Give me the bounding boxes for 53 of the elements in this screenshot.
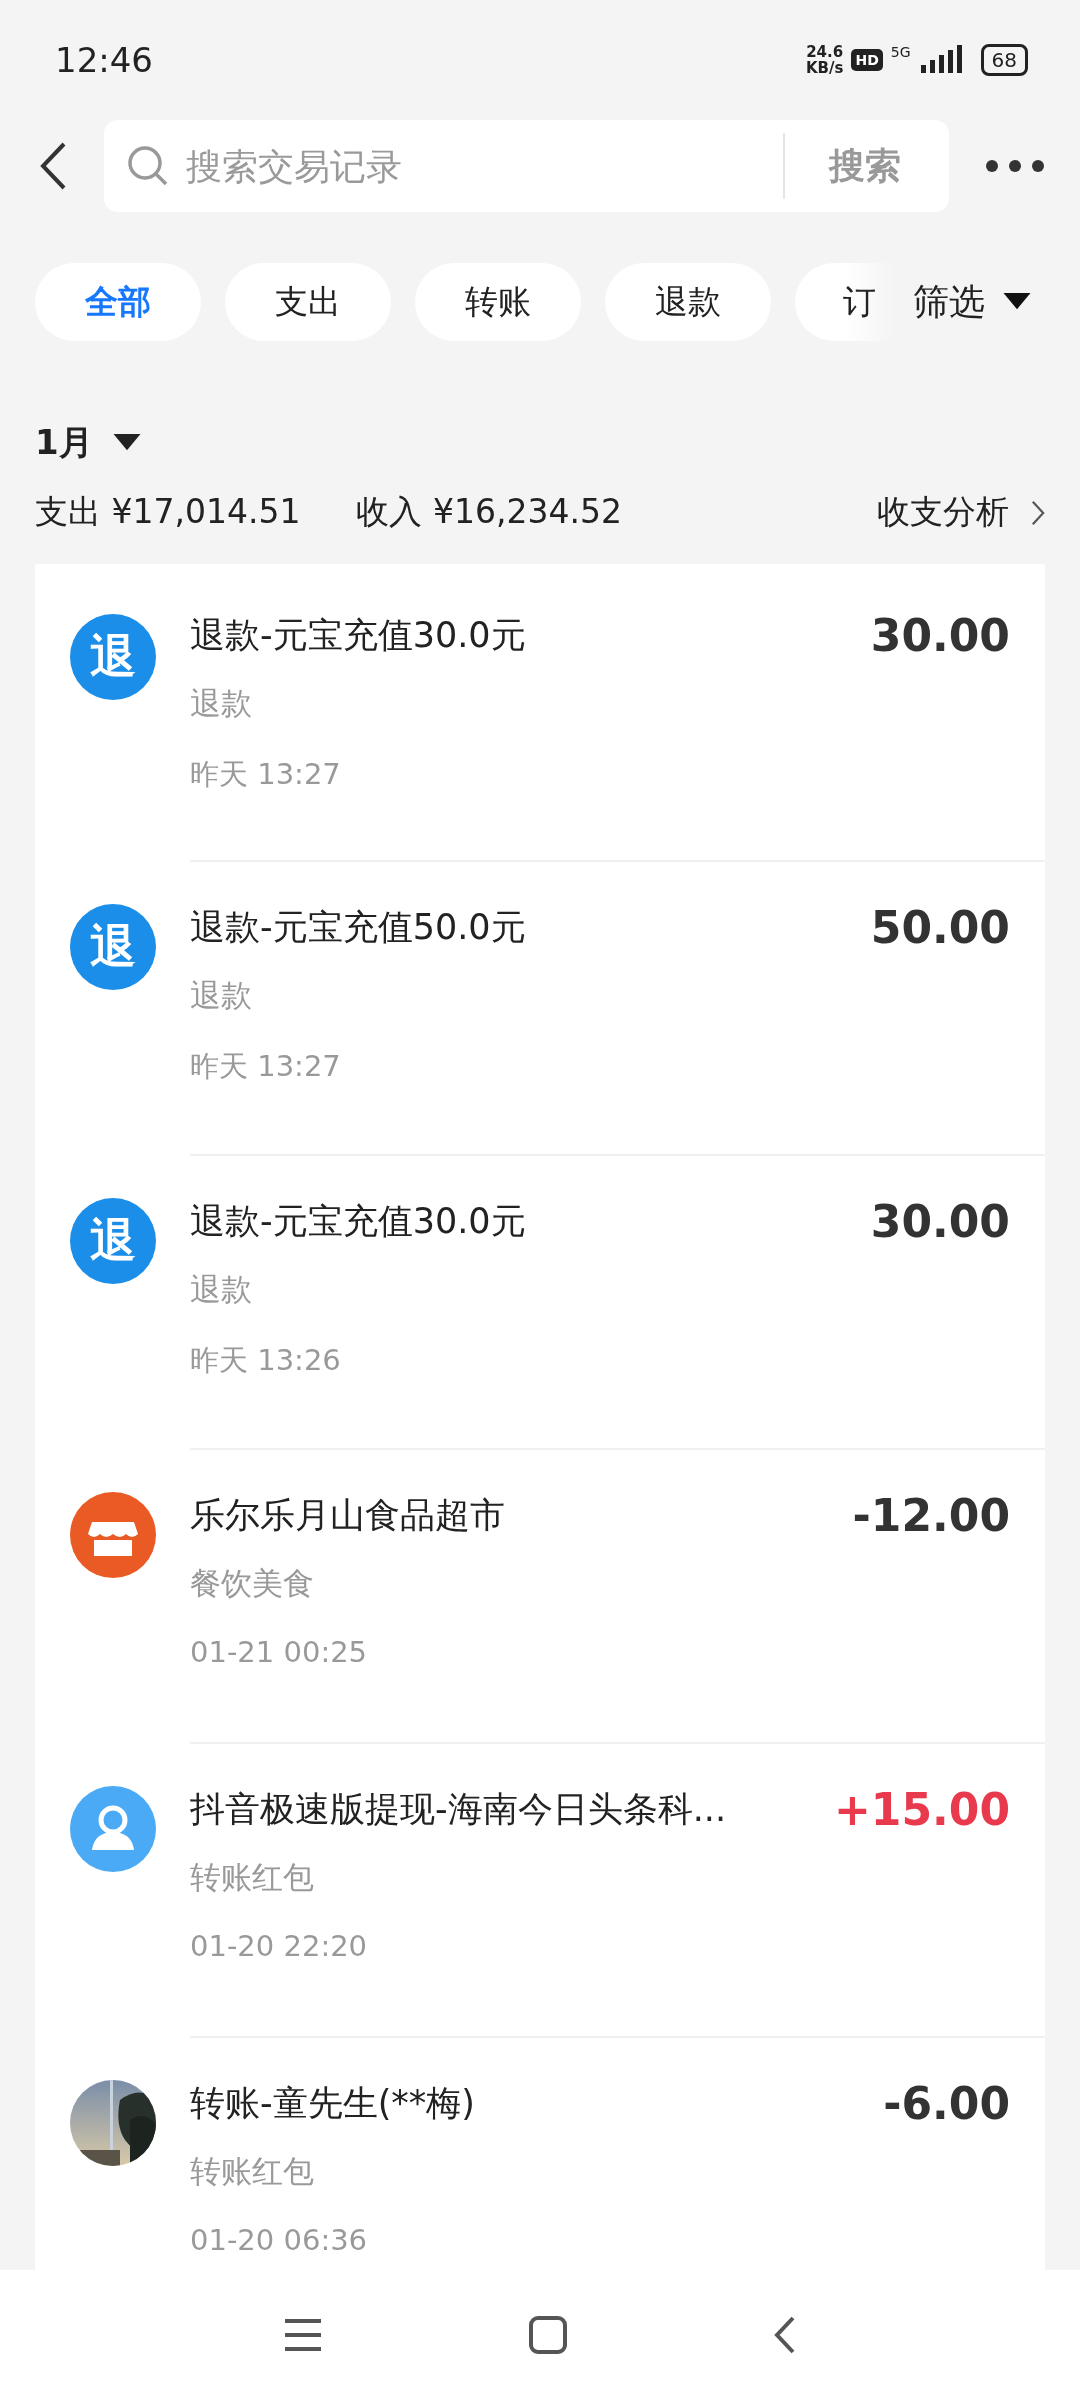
transaction-title: 退款-元宝充值30.0元 [190, 1200, 526, 1243]
refund-icon: 退 [69, 904, 156, 990]
transaction-amount: +15.00 [833, 1784, 1010, 1835]
refund-icon: 退 [69, 614, 156, 700]
caret-icon [1003, 293, 1031, 311]
person-icon [69, 1786, 156, 1872]
network-speed: 24.6 [806, 44, 844, 60]
chevron-icon [1031, 499, 1045, 526]
expense-total: 支出 ¥17,014.51 [35, 491, 301, 533]
search-icon [126, 144, 170, 188]
caret-icon [112, 434, 141, 452]
transaction-title: 乐尔乐月山食品超市 [190, 1494, 505, 1537]
network-type: 5G [890, 44, 911, 60]
filter-tab[interactable]: 支出 [225, 263, 391, 341]
filter-button[interactable]: 筛选 [913, 277, 1031, 327]
store-icon [69, 1492, 156, 1578]
hd-badge: HD [851, 49, 883, 71]
transaction-category: 转账红包 [190, 2152, 315, 2191]
transaction-time: 昨天 13:27 [190, 1048, 342, 1085]
more-icon[interactable] [985, 159, 1045, 173]
transaction-amount: 50.00 [870, 902, 1010, 953]
menu-icon[interactable] [283, 2317, 323, 2353]
transaction-time: 昨天 13:26 [190, 1342, 342, 1379]
home-icon[interactable] [528, 2315, 568, 2355]
filter-tab[interactable]: 退款 [605, 263, 771, 341]
network-speed-unit: KB/s [805, 60, 844, 76]
transaction-title: 退款-元宝充值50.0元 [190, 906, 526, 949]
transaction-amount: 30.00 [870, 1196, 1010, 1247]
status-time: 12:46 [55, 40, 153, 80]
back-icon[interactable] [773, 2315, 797, 2355]
transaction-time: 01-21 00:25 [190, 1635, 369, 1669]
income-total: 收入 ¥16,234.52 [356, 491, 622, 533]
transaction-category: 退款 [190, 976, 253, 1015]
transaction-amount: -6.00 [883, 2078, 1010, 2129]
refund-icon: 退 [69, 1198, 156, 1284]
back-icon[interactable] [38, 141, 68, 191]
transaction-time: 昨天 13:27 [190, 756, 342, 793]
transaction-category: 转账红包 [190, 1858, 315, 1897]
transaction-time: 01-20 06:36 [190, 2223, 369, 2257]
transaction-time: 01-20 22:20 [190, 1929, 369, 1963]
transaction-category: 餐饮美食 [190, 1564, 315, 1603]
transaction-category: 退款 [190, 684, 253, 723]
transaction-title: 退款-元宝充值30.0元 [190, 614, 526, 657]
filter-tab[interactable]: 转账 [415, 263, 581, 341]
transaction-title: 抖音极速版提现-海南今日头条科... [190, 1788, 726, 1831]
transaction-category: 退款 [190, 1270, 253, 1309]
battery-level: 68 [991, 48, 1017, 72]
month-selector[interactable]: 1月 [35, 420, 141, 466]
transaction-title: 转账-童先生(**梅) [190, 2082, 475, 2125]
transaction-amount: 30.00 [870, 610, 1010, 661]
filter-tab[interactable]: 全部 [35, 263, 201, 341]
transaction-amount: -12.00 [852, 1490, 1010, 1541]
analysis-link[interactable]: 收支分析 [877, 490, 1045, 535]
